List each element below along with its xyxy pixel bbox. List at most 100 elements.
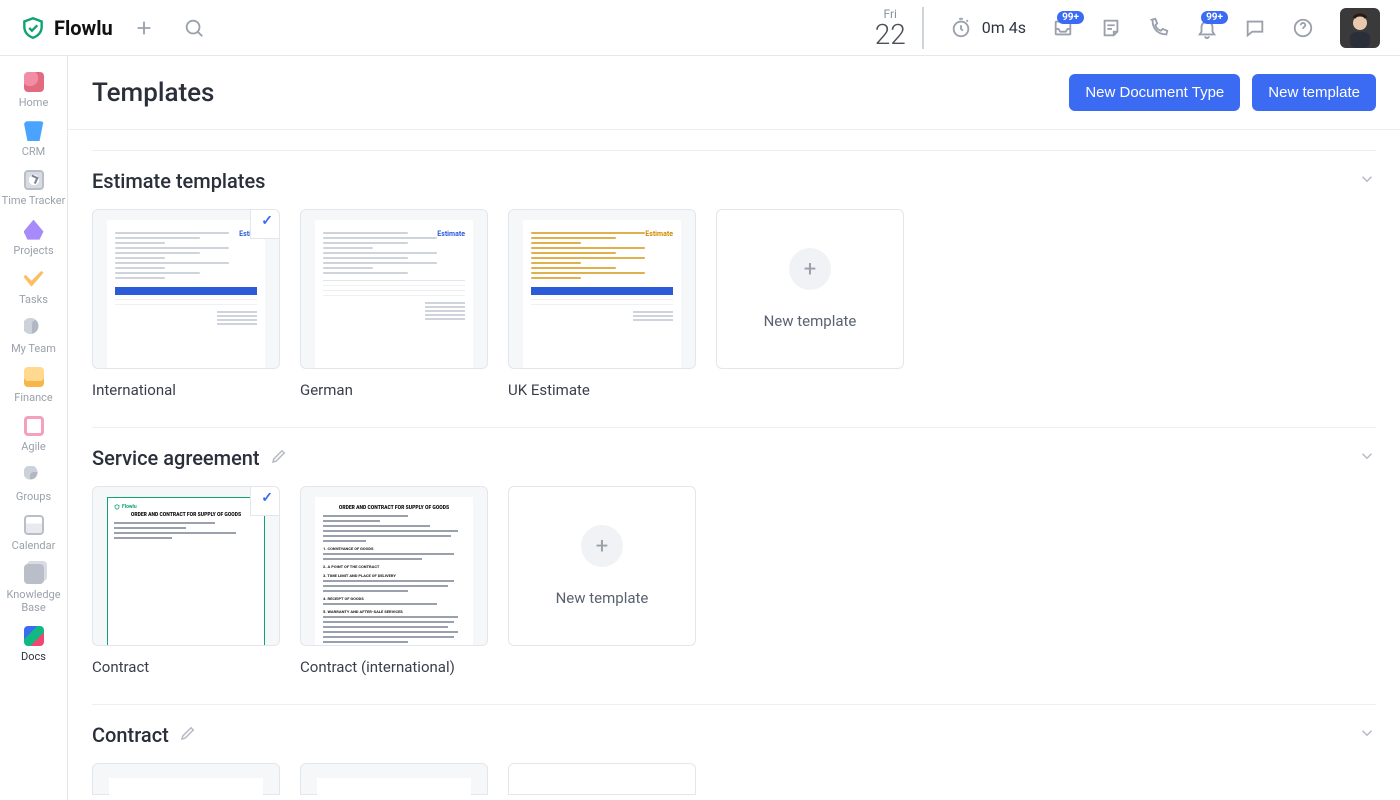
messages-button[interactable] (1244, 17, 1266, 39)
nav-docs[interactable]: Docs (0, 620, 67, 669)
nav-label: Finance (0, 391, 67, 404)
new-template-label: New template (556, 589, 649, 607)
nav-label: Projects (0, 244, 67, 257)
nav-label: Groups (0, 490, 67, 503)
pencil-icon (270, 447, 288, 465)
chevron-down-icon (1358, 170, 1376, 188)
template-card-contract[interactable]: Flowlu ORDER AND CONTRACT FOR SUPPLY OF … (92, 486, 280, 676)
logo-shield-icon (20, 15, 46, 41)
finance-icon (24, 367, 44, 387)
section-collapse-toggle[interactable] (1358, 170, 1376, 192)
help-icon (1292, 17, 1314, 39)
template-card-international[interactable]: Estim International (92, 209, 280, 399)
nav-groups[interactable]: Groups (0, 460, 67, 509)
tasks-icon (24, 269, 44, 289)
kb-icon (24, 564, 44, 584)
new-document-type-button[interactable]: New Document Type (1069, 74, 1240, 111)
template-card-german[interactable]: Estimate German (300, 209, 488, 399)
phone-icon (1148, 17, 1170, 39)
stopwatch-icon (950, 17, 972, 39)
main-content: Templates New Document Type New template… (68, 56, 1400, 800)
chevron-down-icon (1358, 724, 1376, 742)
chevron-down-icon (1358, 447, 1376, 465)
inbox-button[interactable]: 99+ (1052, 17, 1074, 39)
timer-value: 0m 4s (982, 18, 1026, 37)
notifications-button[interactable]: 99+ (1196, 17, 1218, 39)
crm-icon (24, 121, 44, 141)
search-icon (183, 17, 205, 39)
nav-agile[interactable]: Agile (0, 410, 67, 459)
date-display[interactable]: Fri 22 (875, 7, 924, 49)
section-title: Estimate templates (92, 169, 265, 193)
groups-icon (24, 466, 44, 486)
template-card-placeholder[interactable] (300, 763, 488, 795)
nav-tasks[interactable]: Tasks (0, 263, 67, 312)
date-number: 22 (875, 21, 906, 49)
team-icon (24, 318, 44, 338)
section-service-agreement: Service agreement Flowlu ORDER AND CONTR… (68, 407, 1400, 684)
nav-label: Knowledge Base (0, 588, 67, 614)
left-nav: Home CRM Time Tracker Projects Tasks My … (0, 56, 68, 800)
nav-label: Calendar (0, 539, 67, 552)
notifications-badge: 99+ (1201, 11, 1228, 24)
avatar-icon (1340, 8, 1380, 48)
home-icon (24, 72, 44, 92)
plus-circle-icon: + (581, 525, 623, 567)
docs-icon (24, 626, 44, 646)
nav-label: Time Tracker (0, 194, 67, 207)
section-estimate-templates: Estimate templates Estim (68, 130, 1400, 407)
nav-time-tracker[interactable]: Time Tracker (0, 164, 67, 213)
section-collapse-toggle[interactable] (1358, 724, 1376, 746)
new-template-label: New template (764, 312, 857, 330)
notes-button[interactable] (1100, 17, 1122, 39)
nav-label: Docs (0, 650, 67, 663)
nav-knowledge-base[interactable]: Knowledge Base (0, 558, 67, 620)
search-button[interactable] (183, 17, 205, 39)
page-title: Templates (92, 78, 214, 108)
template-card-placeholder[interactable] (508, 763, 696, 795)
calls-button[interactable] (1148, 17, 1170, 39)
section-title: Service agreement (92, 446, 260, 470)
new-template-card[interactable]: + New template (508, 486, 696, 646)
new-template-button[interactable]: New template (1252, 74, 1376, 111)
pencil-icon (179, 724, 197, 742)
agile-icon (24, 416, 44, 436)
edit-section-button[interactable] (179, 724, 197, 746)
section-title: Contract (92, 723, 169, 747)
section-contract: Contract (68, 684, 1400, 800)
nav-label: My Team (0, 342, 67, 355)
template-card-uk-estimate[interactable]: Estimate UK Estimate (508, 209, 696, 399)
template-card-contract-international[interactable]: ORDER AND CONTRACT FOR SUPPLY OF GOODS 1… (300, 486, 488, 676)
nav-finance[interactable]: Finance (0, 361, 67, 410)
brand-name: Flowlu (54, 16, 113, 40)
projects-icon (24, 220, 44, 240)
nav-label: Agile (0, 440, 67, 453)
template-card-placeholder[interactable] (92, 763, 280, 795)
help-button[interactable] (1292, 17, 1314, 39)
template-label: International (92, 381, 280, 399)
template-label: Contract (92, 658, 280, 676)
edit-section-button[interactable] (270, 447, 288, 469)
nav-label: Tasks (0, 293, 67, 306)
nav-calendar[interactable]: Calendar (0, 509, 67, 558)
topbar: Flowlu Fri 22 0m 4s 99+ (0, 0, 1400, 56)
page-header: Templates New Document Type New template (68, 56, 1400, 130)
note-icon (1100, 17, 1122, 39)
template-label: Contract (international) (300, 658, 488, 676)
nav-my-team[interactable]: My Team (0, 312, 67, 361)
nav-projects[interactable]: Projects (0, 214, 67, 263)
nav-crm[interactable]: CRM (0, 115, 67, 164)
add-button[interactable] (133, 17, 155, 39)
template-label: UK Estimate (508, 381, 696, 399)
section-collapse-toggle[interactable] (1358, 447, 1376, 469)
user-avatar[interactable] (1340, 8, 1380, 48)
brand-logo[interactable]: Flowlu (20, 15, 113, 41)
nav-label: CRM (0, 145, 67, 158)
timer-widget[interactable]: 0m 4s (950, 17, 1026, 39)
template-label: German (300, 381, 488, 399)
plus-circle-icon: + (789, 248, 831, 290)
time-icon (24, 170, 44, 190)
plus-icon (133, 17, 155, 39)
new-template-card[interactable]: + New template (716, 209, 904, 369)
nav-home[interactable]: Home (0, 66, 67, 115)
